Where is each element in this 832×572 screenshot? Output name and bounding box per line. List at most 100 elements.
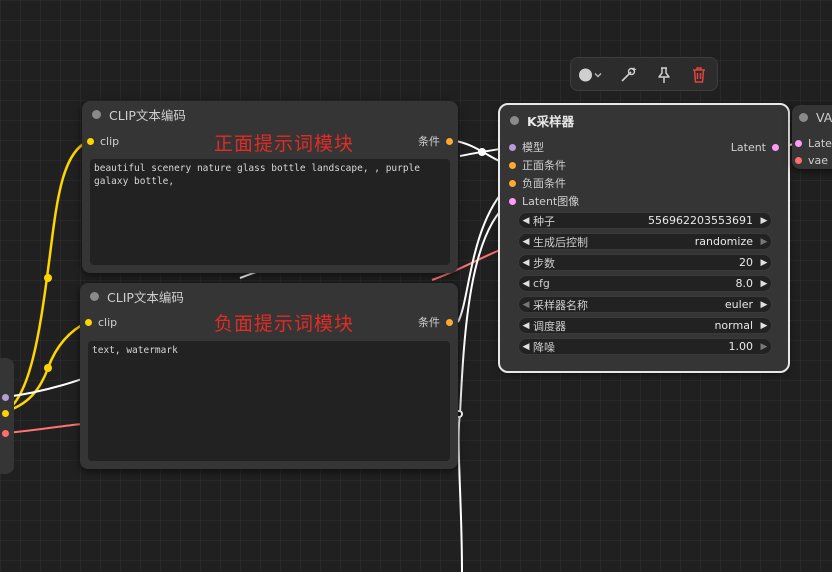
widget-label: 生成后控制 xyxy=(533,235,588,249)
increment-arrow-icon[interactable]: ▶ xyxy=(757,258,771,268)
model-output-dot[interactable] xyxy=(2,394,9,401)
selection-toolbar xyxy=(570,57,718,91)
conditioning-output-slot[interactable]: 条件 xyxy=(418,133,453,149)
node-header[interactable]: VA xyxy=(792,105,832,129)
clip-input-label: clip xyxy=(98,315,118,329)
bypass-wand-icon xyxy=(621,67,637,82)
clip-text-encode-negative-node[interactable]: CLIP文本编码 clip 条件 负面提示词模块 text, watermark xyxy=(80,283,458,469)
seed-widget[interactable]: ◀ 种子 556962203553691 ▶ xyxy=(518,212,772,229)
clip-input-dot[interactable] xyxy=(85,318,92,326)
trash-icon xyxy=(693,67,705,83)
ksampler-node[interactable]: K采样器 模型 正面条件 负面条件 Latent图像 Latent ◀ 种子 5… xyxy=(498,103,790,373)
collapse-dot-icon[interactable] xyxy=(90,291,99,301)
samples-input-label: Laten xyxy=(808,136,832,150)
widget-label: cfg xyxy=(533,277,550,290)
decrement-arrow-icon[interactable]: ◀ xyxy=(519,279,533,289)
widget-value: 20 xyxy=(739,256,753,269)
conditioning-output-dot[interactable] xyxy=(446,137,453,145)
vae-decode-node[interactable]: VA Laten vae xyxy=(792,105,832,169)
positive-input-dot[interactable] xyxy=(509,161,516,169)
node-title: VA xyxy=(816,109,832,125)
collapse-dot-icon[interactable] xyxy=(92,109,101,119)
clip-text-encode-positive-node[interactable]: CLIP文本编码 clip 条件 正面提示词模块 beautiful scene… xyxy=(82,101,458,273)
decrement-arrow-icon[interactable]: ◀ xyxy=(519,321,533,331)
conditioning-output-label: 条件 xyxy=(418,135,440,148)
model-input-slot[interactable]: 模型 xyxy=(509,139,544,155)
sampler-name-widget[interactable]: ◀ 采样器名称 euler ▶ xyxy=(518,296,772,313)
conditioning-output-slot[interactable]: 条件 xyxy=(418,314,453,330)
widget-label: 降噪 xyxy=(533,340,555,354)
reroute-dot xyxy=(44,364,52,372)
widget-label: 调度器 xyxy=(533,319,566,333)
vae-input-dot[interactable] xyxy=(795,156,802,164)
node-title: CLIP文本编码 xyxy=(107,289,184,305)
control-after-generate-widget[interactable]: ◀ 生成后控制 randomize ▶ xyxy=(518,233,772,250)
node-header[interactable]: K采样器 xyxy=(500,105,788,135)
vae-output-dot[interactable] xyxy=(2,430,9,437)
clip-input-dot[interactable] xyxy=(87,137,94,145)
collapse-dot-icon[interactable] xyxy=(510,115,519,125)
decrement-arrow-icon[interactable]: ◀ xyxy=(519,258,533,268)
left-node-stub[interactable] xyxy=(0,358,14,474)
node-header[interactable]: CLIP文本编码 xyxy=(80,283,458,309)
increment-arrow-icon[interactable]: ▶ xyxy=(757,237,771,247)
scheduler-widget[interactable]: ◀ 调度器 normal ▶ xyxy=(518,317,772,334)
reroute-dot xyxy=(478,148,486,156)
decrement-arrow-icon[interactable]: ◀ xyxy=(519,216,533,226)
clip-output-dot[interactable] xyxy=(2,410,9,417)
latent-output-slot[interactable]: Latent xyxy=(731,139,779,155)
increment-arrow-icon[interactable]: ▶ xyxy=(757,216,771,226)
pin-button[interactable] xyxy=(653,65,675,85)
node-title: K采样器 xyxy=(527,113,575,129)
vae-input-label: vae xyxy=(808,153,829,167)
negative-input-slot[interactable]: 负面条件 xyxy=(509,175,566,191)
color-picker-button[interactable] xyxy=(578,65,604,85)
node-title: CLIP文本编码 xyxy=(109,107,186,123)
denoise-widget[interactable]: ◀ 降噪 1.00 ▶ xyxy=(518,338,772,355)
cfg-widget[interactable]: ◀ cfg 8.0 ▶ xyxy=(518,275,772,292)
node-header[interactable]: CLIP文本编码 xyxy=(82,101,458,127)
model-input-label: 模型 xyxy=(522,141,544,154)
chevron-down-icon xyxy=(594,73,602,78)
latent-input-slot[interactable]: Latent图像 xyxy=(509,193,579,209)
widget-value: 8.0 xyxy=(735,277,754,290)
vae-input-slot[interactable]: vae xyxy=(795,152,828,168)
positive-prompt-annotation: 正面提示词模块 xyxy=(214,133,355,155)
negative-prompt-textarea[interactable]: text, watermark xyxy=(88,341,450,461)
wire-clip-positive xyxy=(3,139,91,414)
samples-input-dot[interactable] xyxy=(795,139,802,147)
increment-arrow-icon[interactable]: ▶ xyxy=(757,300,771,310)
conditioning-output-dot[interactable] xyxy=(446,318,453,326)
decrement-arrow-icon[interactable]: ◀ xyxy=(519,237,533,247)
widget-value: 1.00 xyxy=(728,340,754,353)
widget-value: randomize xyxy=(694,235,753,248)
bypass-button[interactable] xyxy=(617,65,639,85)
latent-output-label: Latent xyxy=(730,140,766,154)
widget-value: euler xyxy=(724,298,753,311)
negative-prompt-annotation: 负面提示词模块 xyxy=(214,313,355,335)
clip-input-slot[interactable]: clip xyxy=(87,133,119,149)
positive-prompt-textarea[interactable]: beautiful scenery nature glass bottle la… xyxy=(90,159,450,265)
increment-arrow-icon[interactable]: ▶ xyxy=(757,342,771,352)
latent-input-dot[interactable] xyxy=(509,197,516,205)
collapse-dot-icon[interactable] xyxy=(799,112,808,122)
widget-value: normal xyxy=(714,319,753,332)
latent-output-dot[interactable] xyxy=(772,143,779,151)
model-input-dot[interactable] xyxy=(509,143,516,151)
negative-input-dot[interactable] xyxy=(509,179,516,187)
clip-input-slot[interactable]: clip xyxy=(85,314,117,330)
increment-arrow-icon[interactable]: ▶ xyxy=(757,321,771,331)
widget-label: 步数 xyxy=(533,256,555,270)
color-circle-icon xyxy=(579,68,602,82)
positive-input-slot[interactable]: 正面条件 xyxy=(509,157,566,173)
reroute-dot xyxy=(44,274,52,282)
decrement-arrow-icon[interactable]: ◀ xyxy=(519,300,533,310)
conditioning-output-label: 条件 xyxy=(418,316,440,329)
widget-value: 556962203553691 xyxy=(648,214,753,227)
steps-widget[interactable]: ◀ 步数 20 ▶ xyxy=(518,254,772,271)
samples-input-slot[interactable]: Laten xyxy=(795,135,832,151)
decrement-arrow-icon[interactable]: ◀ xyxy=(519,342,533,352)
delete-button[interactable] xyxy=(688,65,710,85)
clip-input-label: clip xyxy=(100,134,120,148)
increment-arrow-icon[interactable]: ▶ xyxy=(757,279,771,289)
